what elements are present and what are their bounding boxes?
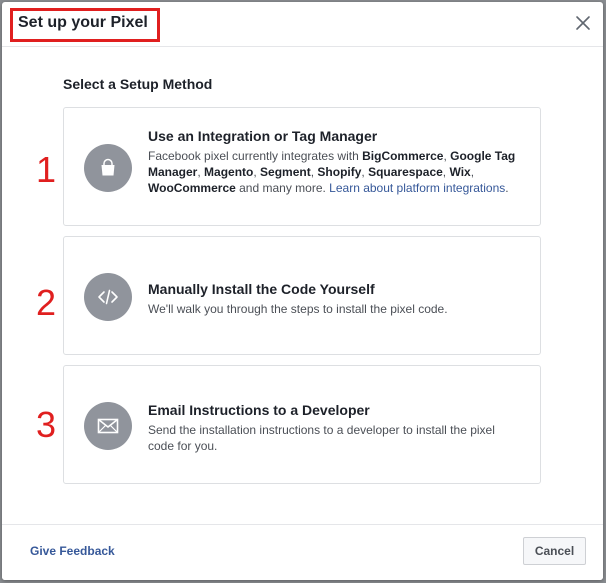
shopping-bag-icon — [101, 158, 115, 176]
option-description: Facebook pixel currently integrates with… — [148, 148, 522, 196]
option-title: Use an Integration or Tag Manager — [148, 128, 378, 144]
give-feedback-link[interactable]: Give Feedback — [30, 544, 115, 558]
step-number-2: 2 — [36, 282, 57, 323]
option-text: Use an Integration or Tag Manager Facebo… — [148, 127, 522, 196]
dialog-title: Set up your Pixel — [18, 14, 148, 31]
close-button[interactable] — [573, 13, 593, 33]
platform-name: Shopify — [317, 165, 362, 179]
learn-more-link[interactable]: Learn about platform integrations — [329, 181, 505, 195]
close-icon — [576, 16, 590, 30]
option-description: We'll walk you through the steps to inst… — [148, 302, 448, 316]
option-manual-install[interactable]: Manually Install the Code Yourself We'll… — [63, 236, 541, 355]
step-number-1: 1 — [36, 149, 57, 190]
option-title: Manually Install the Code Yourself — [148, 281, 375, 297]
platform-name: Segment — [260, 165, 311, 179]
platform-name: BigCommerce — [362, 149, 444, 163]
cancel-button[interactable]: Cancel — [523, 537, 586, 565]
option-email-developer[interactable]: Email Instructions to a Developer Send t… — [63, 365, 541, 484]
option-icon-circle — [84, 273, 132, 321]
option-icon-circle — [84, 402, 132, 450]
option-integration[interactable]: Use an Integration or Tag Manager Facebo… — [63, 107, 541, 226]
option-icon-circle — [84, 144, 132, 192]
setup-pixel-dialog: Set up your Pixel Select a Setup Method … — [2, 2, 603, 580]
platform-name: WooCommerce — [148, 181, 236, 195]
option-text: Manually Install the Code Yourself We'll… — [148, 280, 522, 317]
dialog-header: Set up your Pixel — [2, 2, 603, 47]
envelope-icon — [97, 418, 119, 434]
platform-name: Wix — [449, 165, 471, 179]
desc-text: and many more. — [235, 181, 330, 195]
code-icon — [98, 289, 118, 305]
step-number-3: 3 — [36, 404, 57, 445]
platform-name: Magento — [204, 165, 254, 179]
option-description: Send the installation instructions to a … — [148, 423, 495, 453]
desc-text: Facebook pixel currently integrates with — [148, 149, 363, 163]
separator: , — [470, 165, 475, 179]
section-label: Select a Setup Method — [63, 76, 213, 92]
platform-name: Squarespace — [368, 165, 443, 179]
desc-text: . — [505, 181, 509, 195]
dialog-footer: Give Feedback Cancel — [2, 524, 603, 580]
option-title: Email Instructions to a Developer — [148, 402, 370, 418]
option-text: Email Instructions to a Developer Send t… — [148, 401, 522, 454]
